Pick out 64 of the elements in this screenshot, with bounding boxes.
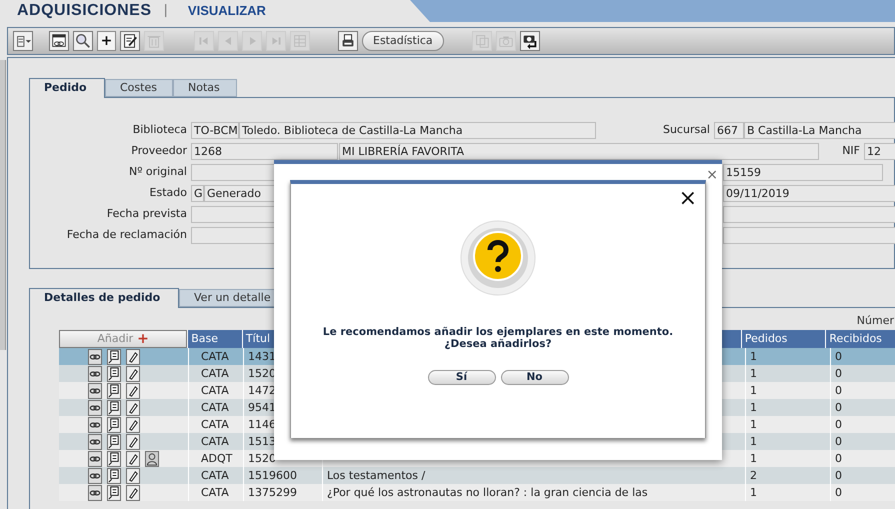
menu-button[interactable]: [13, 31, 33, 51]
tab[interactable]: Costes: [105, 79, 173, 97]
column-header: Pedidos: [740, 330, 826, 348]
table-row[interactable]: CATA 1375299 ¿Por qué los astronautas no lloran? : la gran ciencia de las 1 0: [59, 484, 895, 501]
note-icon: [107, 348, 121, 364]
date-field: 09/11/2019: [723, 185, 895, 202]
code-field: TO-BCM: [191, 122, 239, 139]
close-button[interactable]: ×: [706, 168, 718, 182]
field-label: NIF: [841, 143, 861, 160]
printer-button[interactable]: [338, 31, 358, 51]
name-field: B Castilla-La Mancha: [744, 122, 895, 139]
field-label: Proveedor: [130, 143, 188, 160]
code-field: 667: [714, 122, 744, 139]
table-cell: CATA: [188, 484, 243, 501]
field-label: Fecha de reclamación: [66, 227, 188, 244]
search-icon: [74, 31, 92, 51]
message-text: ¿Desea añadirlos?: [444, 338, 552, 350]
tab[interactable]: Notas: [173, 79, 237, 97]
field-label: Sucursal: [662, 122, 711, 138]
statistics-button[interactable]: Estadística: [362, 31, 444, 51]
mode-title: VISUALIZAR: [188, 2, 266, 20]
document-edit-button[interactable]: [120, 31, 140, 51]
link-icon: [88, 468, 102, 484]
column-header: Base: [187, 330, 242, 348]
close-button[interactable]: ×: [678, 188, 697, 210]
note-icon: [107, 484, 121, 500]
code-field: 1268: [191, 143, 338, 160]
add-row-button[interactable]: Añadir +: [59, 330, 188, 348]
count-label: Númer: [856, 313, 894, 329]
table-cell: ¿Por qué los astronautas no lloran? : la gran ciencia de las: [322, 484, 745, 501]
add-button[interactable]: +: [97, 31, 116, 51]
question-icon: [460, 220, 536, 296]
window-link-button[interactable]: [49, 31, 69, 51]
column-header: Recibidos: [825, 330, 895, 348]
pencil-icon: [126, 348, 140, 364]
table-row[interactable]: CATA 1519600 Los testamentos / 2 0: [59, 467, 895, 484]
search-button[interactable]: [73, 31, 93, 51]
title-separator: |: [164, 2, 168, 20]
dialog-button[interactable]: No: [500, 370, 568, 385]
table-cell: 1375299: [243, 484, 322, 501]
code-field: G: [191, 185, 204, 202]
table-cell: 1: [745, 484, 830, 501]
previous-icon: [224, 36, 232, 46]
link-icon: [88, 484, 102, 500]
tab[interactable]: Detalles de pedido: [29, 288, 179, 308]
pencil-icon: [126, 468, 140, 484]
name-field: MI LIBRERÍA FAVORITA: [339, 143, 819, 160]
note-icon: [107, 468, 121, 484]
next-icon: [248, 36, 256, 46]
field-label: Nº original: [128, 164, 188, 180]
name-field: Toledo. Biblioteca de Castilla-La Mancha: [239, 122, 596, 139]
field-label: Estado: [148, 185, 188, 202]
tab[interactable]: Pedido: [29, 78, 105, 98]
dialog-button[interactable]: Sí: [428, 370, 496, 385]
field-label: Biblioteca: [132, 122, 188, 138]
field-label: Fecha prevista: [106, 206, 188, 222]
module-title: ADQUISICIONES: [17, 1, 152, 21]
plus-icon: +: [137, 332, 149, 346]
original-number-field: 15159: [723, 164, 883, 181]
table-cell: 0: [830, 484, 895, 501]
pencil-icon: [126, 484, 140, 500]
camera-return-button[interactable]: [520, 31, 540, 51]
nif-field: 12: [864, 143, 895, 160]
link-icon: [88, 450, 102, 466]
